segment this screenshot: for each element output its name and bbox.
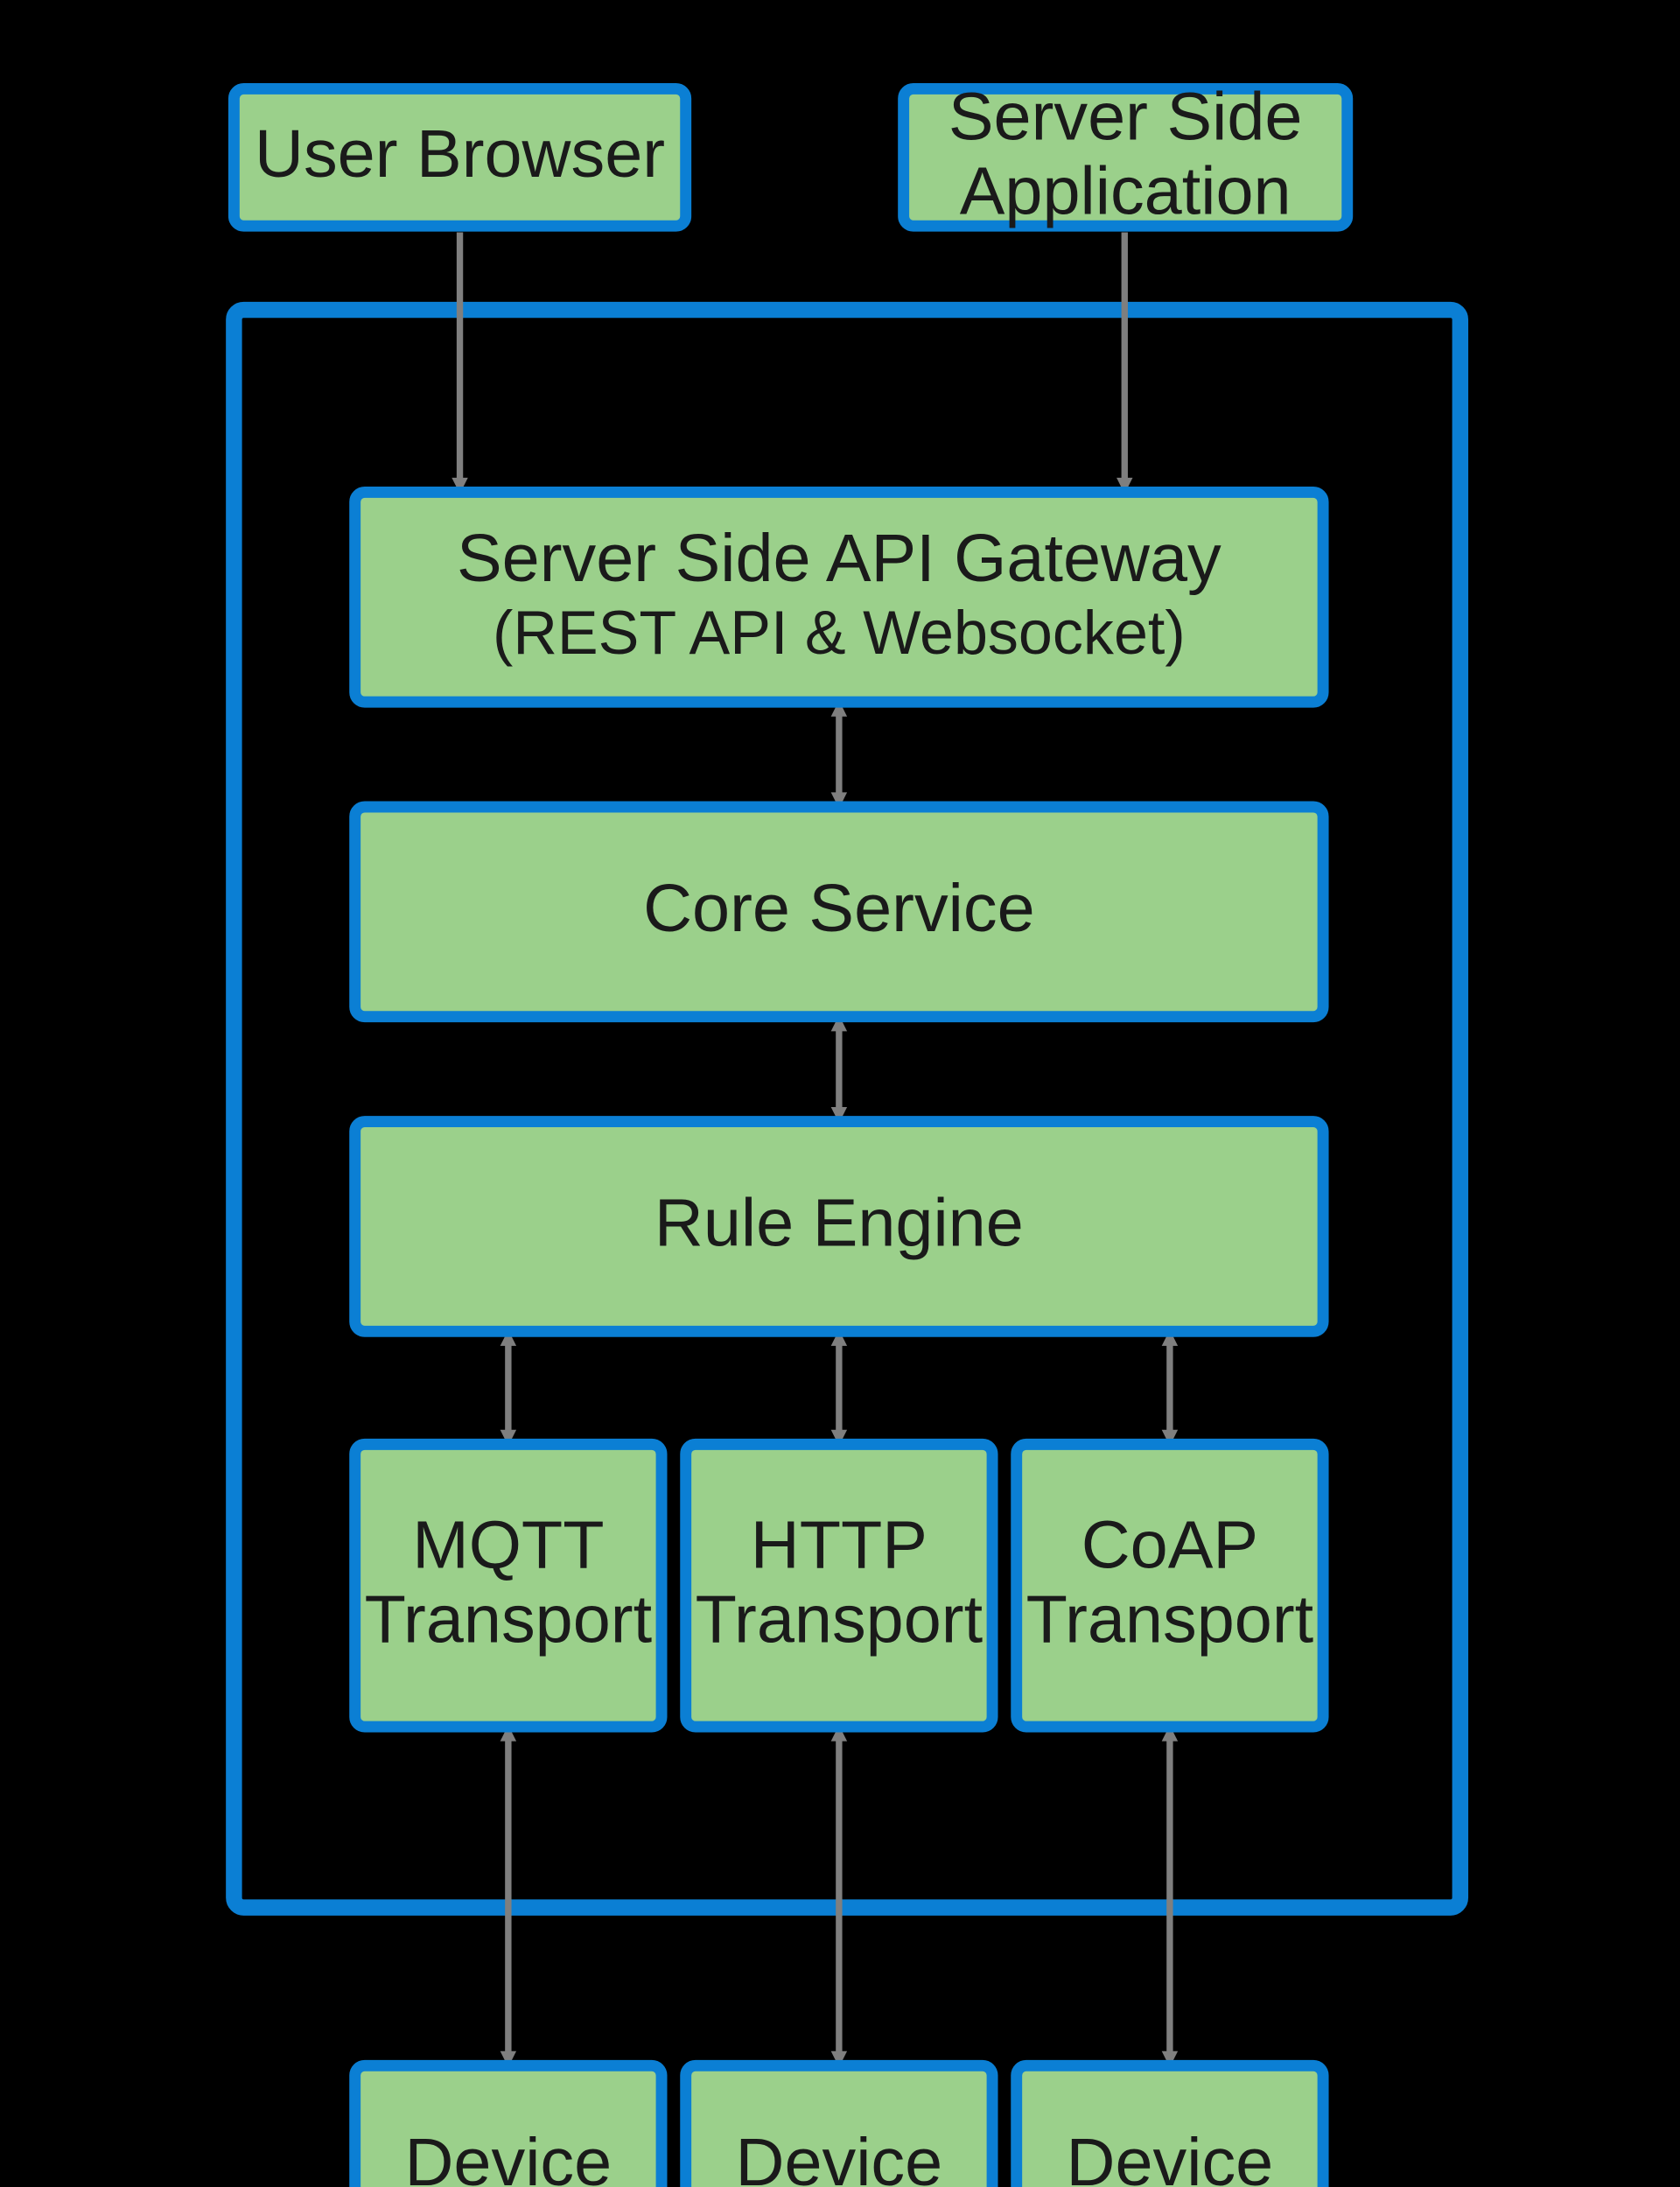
core-service-label: Core Service	[643, 871, 1035, 946]
user-browser-label: User Browser	[255, 116, 665, 192]
device-app-1-label-1: Device	[405, 2125, 612, 2187]
mqtt-transport-label-1: MQTT	[412, 1507, 604, 1582]
api-gateway-subtitle: (REST API & Websocket)	[493, 599, 1186, 667]
rule-engine-label: Rule Engine	[654, 1186, 1024, 1261]
device-app-3-label-1: Device	[1067, 2125, 1274, 2187]
mqtt-transport-label-2: Transport	[365, 1581, 653, 1657]
coap-transport-label-2: Transport	[1026, 1581, 1314, 1657]
server-side-app-label-1: Server Side	[948, 80, 1303, 155]
api-gateway-title: Server Side API Gateway	[457, 521, 1222, 596]
http-transport-label-2: Transport	[696, 1581, 984, 1657]
coap-transport-label-1: CoAP	[1082, 1507, 1258, 1582]
server-side-app-label-2: Application	[960, 153, 1292, 228]
device-app-2-label-1: Device	[736, 2125, 943, 2187]
architecture-diagram: User Browser Server SideApplication Server…	[0, 0, 1680, 2187]
http-transport-label-1: HTTP	[751, 1507, 928, 1582]
